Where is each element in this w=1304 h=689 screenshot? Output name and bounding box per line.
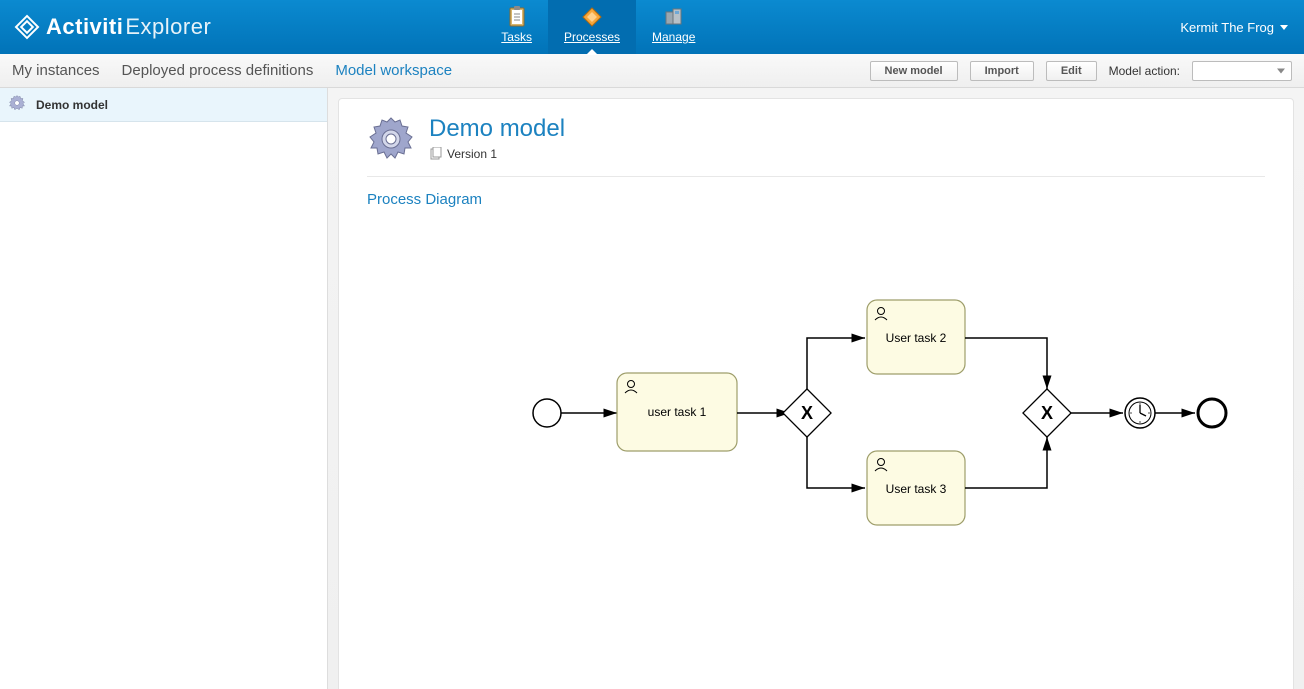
model-action-label: Model action: [1109, 64, 1180, 78]
sidebar: Demo model [0, 88, 328, 689]
user-task-3: User task 3 [867, 451, 965, 525]
chevron-down-icon [1280, 25, 1288, 30]
user-task-2: User task 2 [867, 300, 965, 374]
start-event [533, 399, 561, 427]
exclusive-gateway-1: X [783, 389, 831, 437]
user-task-2-label: User task 2 [886, 331, 947, 345]
nav-manage[interactable]: Manage [636, 0, 711, 54]
model-action-select[interactable] [1192, 61, 1292, 81]
model-title: Demo model [429, 115, 565, 143]
sidebar-item-label: Demo model [36, 98, 108, 112]
svg-text:X: X [1041, 403, 1053, 423]
app-name-left: Activiti [46, 14, 123, 40]
gear-icon [367, 115, 415, 166]
import-button[interactable]: Import [970, 61, 1034, 81]
model-titleblock: Demo model Version 1 [429, 115, 565, 161]
content-scroll[interactable]: Demo model Version 1 Process Diagram [328, 88, 1304, 689]
content-panel: Demo model Version 1 Process Diagram [338, 98, 1294, 689]
main-area: Demo model Demo model [0, 88, 1304, 689]
nav-processes-label: Processes [564, 30, 620, 44]
toolbar-right: New model Import Edit Model action: [870, 61, 1292, 81]
sub-toolbar: My instances Deployed process definition… [0, 54, 1304, 88]
version-icon [429, 147, 443, 161]
exclusive-gateway-2: X [1023, 389, 1071, 437]
activiti-icon [14, 14, 40, 40]
model-version-text: Version 1 [447, 147, 497, 161]
tab-deployed[interactable]: Deployed process definitions [122, 62, 314, 79]
new-model-button[interactable]: New model [870, 61, 958, 81]
user-task-1: user task 1 [617, 373, 737, 451]
user-name: Kermit The Frog [1180, 20, 1274, 35]
nav-manage-label: Manage [652, 30, 695, 44]
main-nav: Tasks Processes Manage [485, 0, 711, 54]
topbar: ActivitiExplorer Tasks Processes Manage … [0, 0, 1304, 54]
gear-icon [8, 94, 26, 115]
processes-icon [581, 4, 603, 30]
model-header: Demo model Version 1 [367, 115, 1265, 177]
nav-tasks-label: Tasks [501, 30, 532, 44]
user-menu[interactable]: Kermit The Frog [1180, 0, 1304, 54]
timer-event [1125, 398, 1155, 428]
process-diagram: user task 1 X [367, 238, 1265, 588]
app-name-right: Explorer [125, 14, 211, 40]
content: Demo model Version 1 Process Diagram [328, 88, 1304, 689]
edit-button[interactable]: Edit [1046, 61, 1097, 81]
manage-icon [663, 4, 685, 30]
end-event [1198, 399, 1226, 427]
sidebar-item-demo-model[interactable]: Demo model [0, 88, 327, 122]
user-task-3-label: User task 3 [886, 482, 947, 496]
tab-my-instances[interactable]: My instances [12, 62, 100, 79]
tab-model-workspace[interactable]: Model workspace [335, 62, 452, 79]
user-task-1-label: user task 1 [648, 405, 707, 419]
tasks-icon [507, 4, 527, 30]
nav-processes[interactable]: Processes [548, 0, 636, 54]
model-version: Version 1 [429, 147, 565, 161]
section-process-diagram: Process Diagram [367, 191, 1265, 208]
app-logo: ActivitiExplorer [0, 0, 225, 54]
nav-tasks[interactable]: Tasks [485, 0, 548, 54]
svg-text:X: X [801, 403, 813, 423]
